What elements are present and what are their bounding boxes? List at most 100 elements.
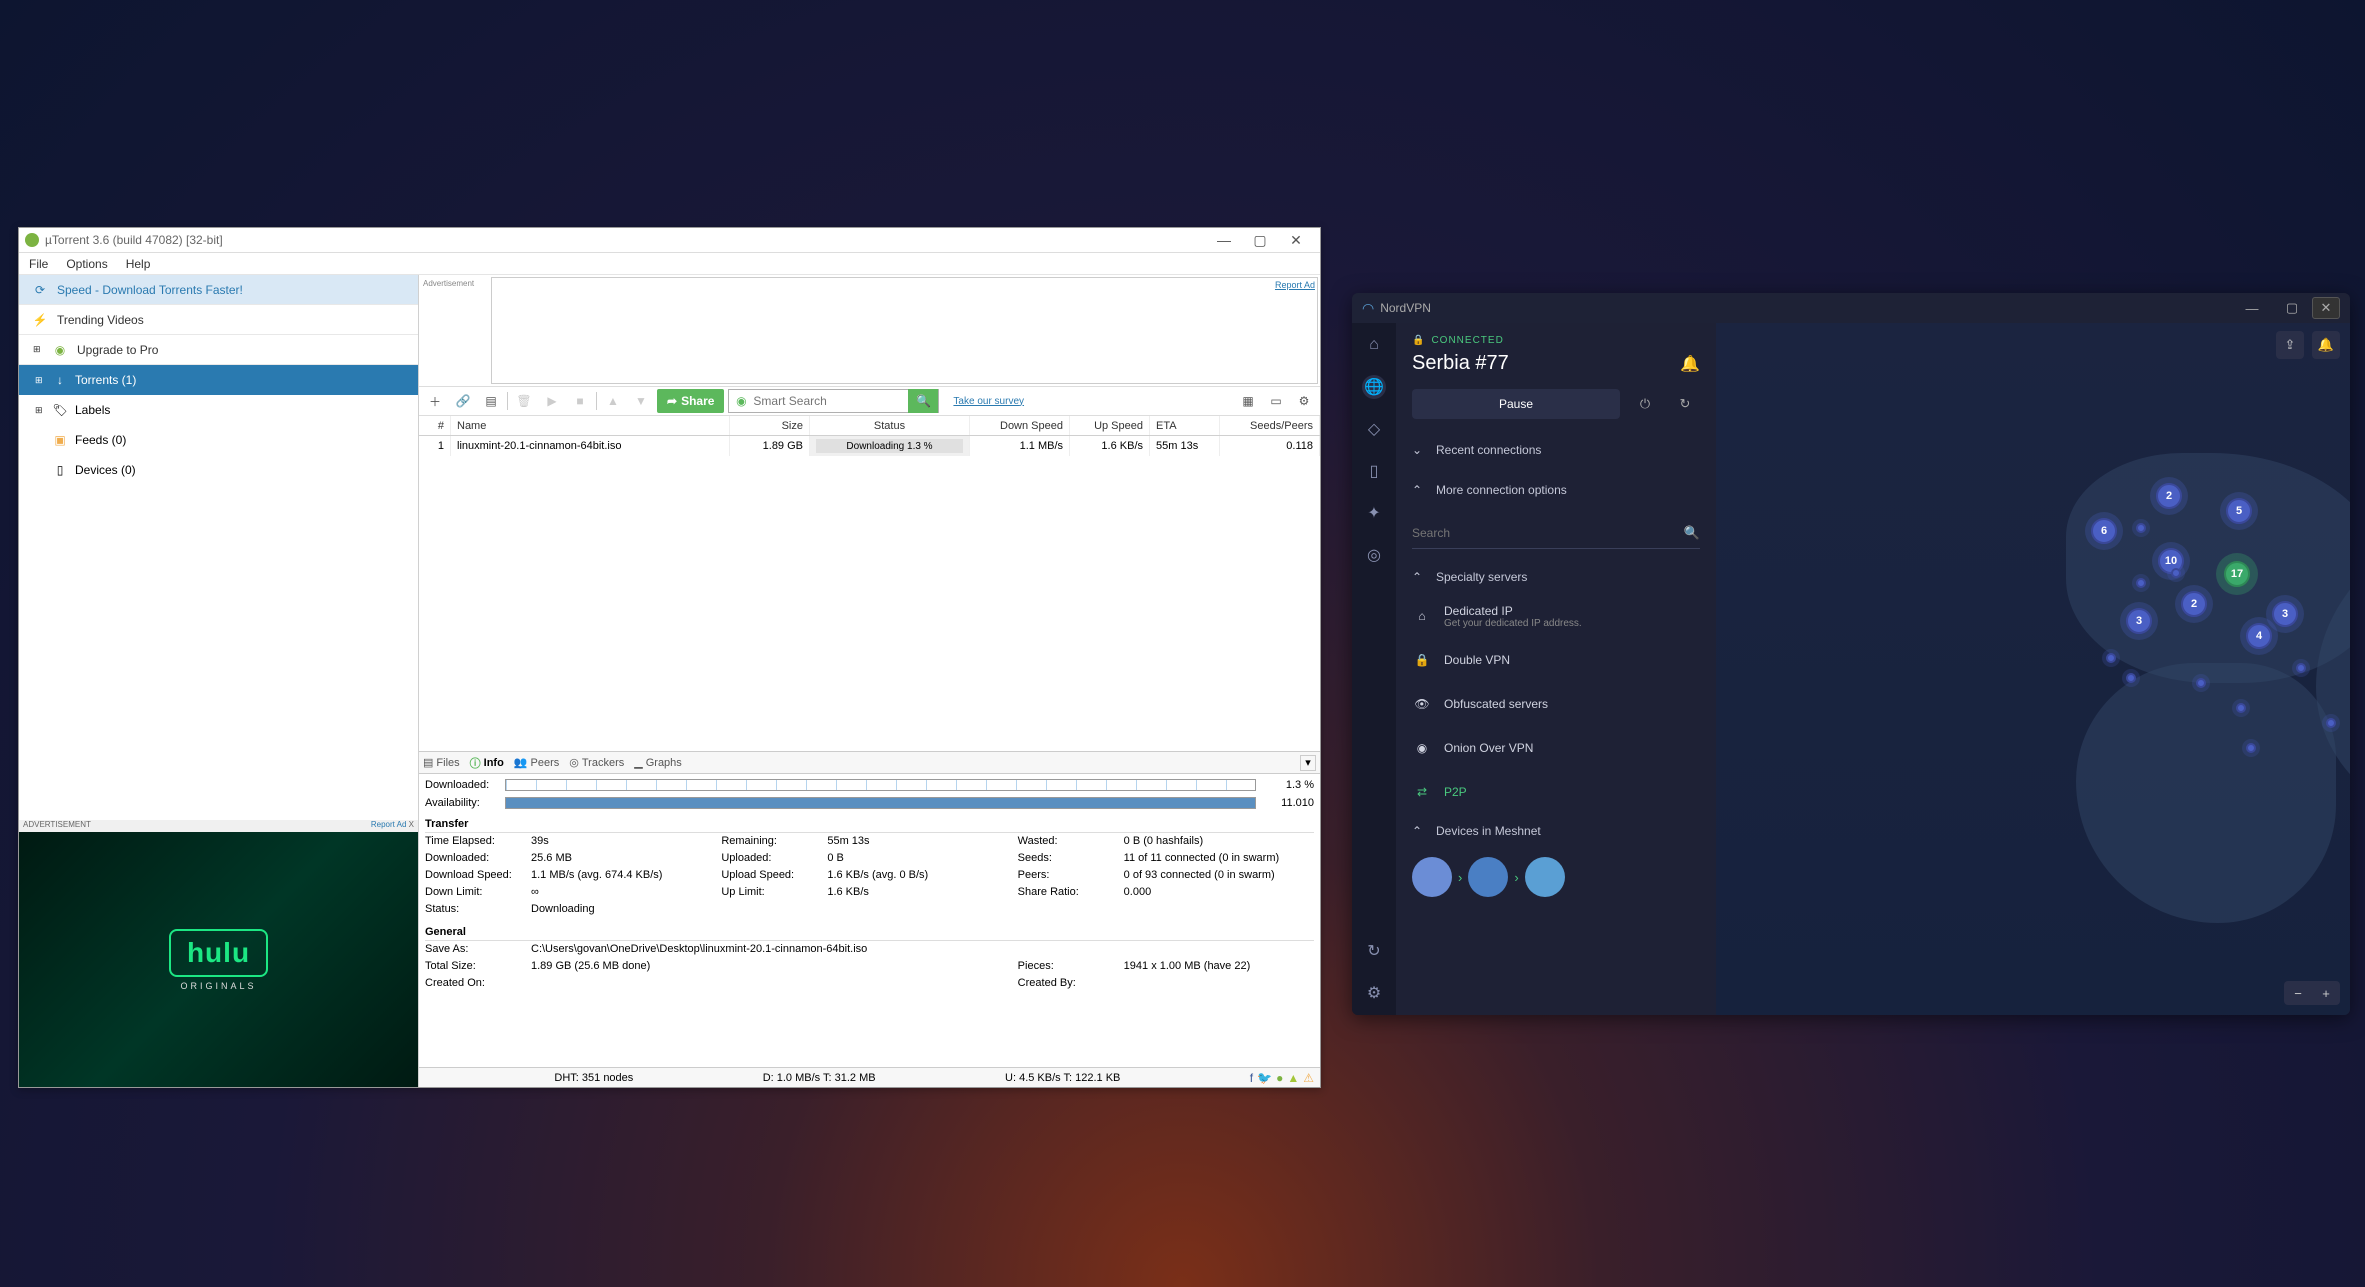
detail-pane-button[interactable]: ▭ [1264, 389, 1288, 413]
map-pin[interactable] [2106, 653, 2116, 663]
search-input[interactable] [1412, 526, 1684, 540]
android-icon[interactable]: ▲ [1287, 1071, 1299, 1085]
obfuscated-servers[interactable]: 👁Obfuscated servers [1412, 685, 1700, 723]
onion-over-vpn[interactable]: ◉Onion Over VPN [1412, 729, 1700, 767]
map-pin[interactable] [2136, 523, 2146, 533]
globe-icon[interactable]: 🌐 [1362, 375, 1386, 399]
minimize-button[interactable]: — [2232, 294, 2272, 322]
add-url-button[interactable]: 🔗 [451, 389, 475, 413]
warn-icon[interactable]: ⚠ [1303, 1071, 1314, 1085]
notifications-button[interactable]: 🔔 [2312, 331, 2340, 359]
settings-icon[interactable]: ⚙ [1362, 981, 1386, 1005]
promo-upgrade[interactable]: ⊞ ◉ Upgrade to Pro [19, 335, 418, 365]
col-name[interactable]: Name [451, 416, 730, 435]
map-pin[interactable]: 17 [2224, 561, 2250, 587]
share-button[interactable]: ➦Share [657, 389, 724, 413]
recent-connections[interactable]: ⌄Recent connections [1412, 433, 1700, 467]
world-map[interactable]: ⇪ 🔔 − + 256101723343262 [1716, 323, 2350, 1015]
target-icon[interactable]: ◎ [1362, 543, 1386, 567]
menu-help[interactable]: Help [126, 257, 151, 271]
shield-icon[interactable]: ◇ [1362, 417, 1386, 441]
report-ad-link[interactable]: Report Ad [1275, 280, 1315, 290]
twitter-icon[interactable]: 🐦 [1257, 1071, 1272, 1085]
col-size[interactable]: Size [730, 416, 810, 435]
col-eta[interactable]: ETA [1150, 416, 1220, 435]
col-down[interactable]: Down Speed [970, 416, 1070, 435]
share-map-button[interactable]: ⇪ [2276, 331, 2304, 359]
move-down-button[interactable]: ▼ [629, 389, 653, 413]
map-pin[interactable] [2246, 743, 2256, 753]
meshnet-header[interactable]: ⌃Devices in Meshnet [1412, 817, 1700, 845]
move-up-button[interactable]: ▲ [601, 389, 625, 413]
mesh-icon[interactable]: ✦ [1362, 501, 1386, 525]
survey-link[interactable]: Take our survey [953, 396, 1024, 407]
map-pin[interactable]: 3 [2272, 601, 2298, 627]
map-pin[interactable] [2326, 718, 2336, 728]
maximize-button[interactable]: ▢ [1242, 229, 1278, 251]
col-up[interactable]: Up Speed [1070, 416, 1150, 435]
torrent-row[interactable]: 1 linuxmint-20.1-cinnamon-64bit.iso 1.89… [419, 436, 1320, 456]
specialty-header[interactable]: ⌃Specialty servers [1412, 563, 1700, 591]
zoom-in-button[interactable]: + [2312, 981, 2340, 1005]
pause-button[interactable]: Pause [1412, 389, 1620, 419]
dedicated-ip[interactable]: ⌂Dedicated IPGet your dedicated IP addre… [1412, 597, 1700, 635]
create-torrent-button[interactable]: ▤ [479, 389, 503, 413]
history-icon[interactable]: ↻ [1362, 939, 1386, 963]
tab-info[interactable]: ⓘInfo [470, 755, 504, 771]
search-box[interactable]: ◉ 🔍 [728, 389, 939, 413]
sidebar-devices[interactable]: ▯ Devices (0) [19, 455, 418, 485]
net-icon[interactable]: ● [1276, 1071, 1283, 1085]
map-pin[interactable] [2236, 703, 2246, 713]
map-pin[interactable] [2171, 568, 2181, 578]
nordvpn-titlebar[interactable]: ◠ NordVPN — ▢ ✕ [1352, 293, 2350, 323]
map-pin[interactable] [2136, 578, 2146, 588]
double-vpn[interactable]: 🔒Double VPN [1412, 641, 1700, 679]
map-pin[interactable]: 2 [2181, 591, 2207, 617]
search-input[interactable] [753, 394, 908, 408]
column-headers[interactable]: # Name Size Status Down Speed Up Speed E… [419, 416, 1320, 436]
search-button[interactable]: 🔍 [908, 389, 938, 413]
map-pin[interactable]: 4 [2246, 623, 2272, 649]
collapse-button[interactable]: ▾ [1300, 755, 1316, 771]
promo-trending[interactable]: ⚡ Trending Videos [19, 305, 418, 335]
sidebar-feeds[interactable]: ▣ Feeds (0) [19, 425, 418, 455]
close-button[interactable]: ✕ [2312, 297, 2340, 319]
more-options[interactable]: ⌃More connection options [1412, 473, 1700, 507]
map-pin[interactable]: 6 [2091, 518, 2117, 544]
stop-button[interactable]: ■ [568, 389, 592, 413]
power-button[interactable]: ⏻ [1630, 389, 1660, 419]
avatar[interactable] [1468, 857, 1508, 897]
map-pin[interactable]: 3 [2126, 608, 2152, 634]
col-number[interactable]: # [419, 416, 451, 435]
menu-file[interactable]: File [29, 257, 48, 271]
report-ad-link[interactable]: Report Ad [371, 820, 407, 829]
globe-avatar[interactable] [1525, 857, 1565, 897]
menu-options[interactable]: Options [66, 257, 107, 271]
tab-files[interactable]: ▤Files [423, 756, 460, 769]
preferences-button[interactable]: ⚙ [1292, 389, 1316, 413]
file-icon[interactable]: ▯ [1362, 459, 1386, 483]
sidebar-torrents[interactable]: ⊞ ↓ Torrents (1) [19, 365, 418, 395]
tab-trackers[interactable]: ◎Trackers [569, 756, 624, 769]
close-ad[interactable]: X [409, 820, 414, 829]
col-seeds-peers[interactable]: Seeds/Peers [1220, 416, 1320, 435]
map-pin[interactable] [2196, 678, 2206, 688]
minimize-button[interactable]: — [1206, 229, 1242, 251]
categories-button[interactable]: ▦ [1236, 389, 1260, 413]
map-pin[interactable] [2296, 663, 2306, 673]
add-torrent-button[interactable]: ＋ [423, 389, 447, 413]
refresh-button[interactable]: ↻ [1670, 389, 1700, 419]
map-pin[interactable]: 2 [2156, 483, 2182, 509]
facebook-icon[interactable]: f [1250, 1071, 1253, 1085]
search-box[interactable]: 🔍 [1412, 517, 1700, 549]
avatar[interactable] [1412, 857, 1452, 897]
zoom-out-button[interactable]: − [2284, 981, 2312, 1005]
hulu-ad[interactable]: hulu ORIGINALS [19, 832, 418, 1087]
close-button[interactable]: ✕ [1278, 229, 1314, 251]
sidebar-labels[interactable]: ⊞ 🏷 Labels [19, 395, 418, 425]
map-pin[interactable] [2126, 673, 2136, 683]
tab-peers[interactable]: 👥Peers [514, 756, 559, 769]
col-status[interactable]: Status [810, 416, 970, 435]
tab-graphs[interactable]: ▁Graphs [634, 756, 682, 769]
maximize-button[interactable]: ▢ [2272, 294, 2312, 322]
